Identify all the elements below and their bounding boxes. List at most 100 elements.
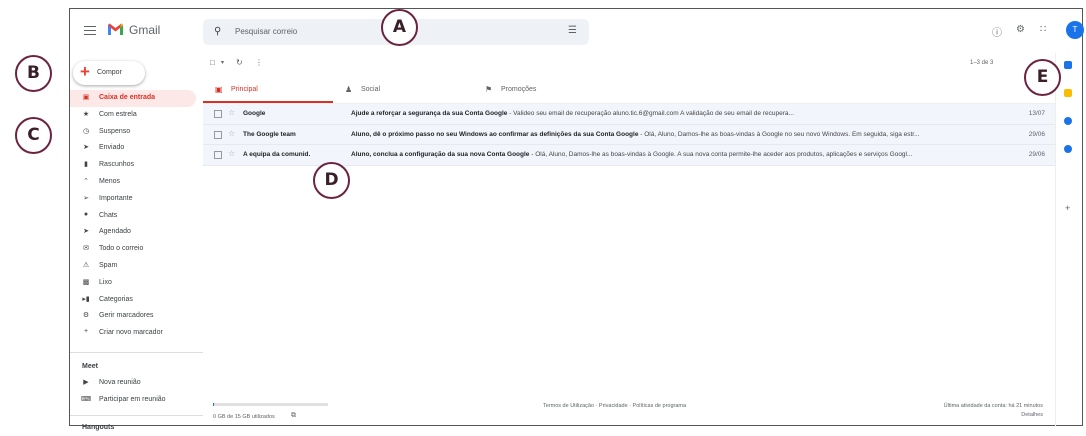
- email-row[interactable]: ☆ Google Ajude a reforçar a segurança da…: [203, 104, 1055, 125]
- more-options-icon[interactable]: ⋮: [255, 58, 263, 67]
- keep-icon[interactable]: [1064, 89, 1072, 97]
- apps-grid-icon[interactable]: ∷: [1040, 24, 1046, 35]
- avatar[interactable]: T: [1066, 21, 1084, 39]
- email-snippet: - Olá, Aluno, Damos-lhe as boas-vindas à…: [529, 151, 913, 158]
- open-storage-icon[interactable]: ⧉: [291, 412, 296, 420]
- divider: [70, 414, 203, 416]
- keyboard-icon: ⌨: [81, 395, 92, 403]
- divider: [70, 351, 203, 353]
- sidebar-item-label: Spam: [99, 261, 118, 269]
- email-subject: Aluno, dê o próximo passo no seu Windows…: [351, 130, 639, 138]
- chevron-down-icon[interactable]: ▾: [221, 59, 224, 66]
- compose-label: Compor: [97, 69, 122, 76]
- sidebar-item-label: Importante: [99, 194, 133, 202]
- email-sender: A equipa da comunid.: [243, 151, 311, 158]
- help-icon[interactable]: ⓘ: [992, 24, 1002, 39]
- email-sender: The Google team: [243, 130, 296, 138]
- sidebar-item-inbox[interactable]: ▣ Caixa de entrada: [70, 90, 196, 107]
- sidebar-item-label: Criar novo marcador: [99, 329, 163, 337]
- pagination-label: 1–3 de 3: [970, 60, 994, 66]
- search-options-icon[interactable]: ☰: [568, 25, 577, 36]
- inbox-icon: ▣: [82, 94, 90, 101]
- calendar-icon[interactable]: [1064, 61, 1072, 69]
- star-icon[interactable]: ☆: [228, 129, 235, 138]
- footer-links[interactable]: Termos de Utilização · Privacidade · Pol…: [543, 403, 686, 409]
- sidebar-item-label: Chats: [99, 211, 118, 219]
- gmail-window: Gmail ⚲ Pesquisar correio ☰ ⓘ ⚙ ∷ T + Co…: [69, 8, 1084, 431]
- email-sender: Google: [243, 110, 266, 117]
- mail-toolbar: □ ▾ ↻ ⋮ 1–3 de 3: [210, 55, 1055, 73]
- email-date: 29/06: [1028, 130, 1045, 138]
- search-input[interactable]: Pesquisar correio: [235, 27, 297, 36]
- row-checkbox[interactable]: [214, 130, 222, 139]
- sidebar-item-create-label[interactable]: + Criar novo marcador: [70, 325, 203, 342]
- select-all-checkbox[interactable]: □: [210, 58, 215, 67]
- label-icon: ▸▮: [82, 295, 90, 303]
- details-link[interactable]: Detalhes: [1021, 412, 1043, 418]
- sidebar-item-label: Com estrela: [99, 110, 137, 118]
- compose-button[interactable]: + Compor: [73, 61, 145, 85]
- sidebar-item-important[interactable]: ➢ Importante: [70, 191, 203, 208]
- category-tabs: ▣ Principal ♟ Social ⚑ Promoções: [203, 78, 1055, 104]
- sidebar-item-snoozed[interactable]: ◷ Suspenso: [70, 124, 203, 141]
- tasks-icon[interactable]: [1064, 117, 1072, 125]
- sidebar-item-starred[interactable]: ★ Com estrela: [70, 107, 203, 124]
- email-list: ☆ Google Ajude a reforçar a segurança da…: [203, 104, 1055, 166]
- sidebar-item-spam[interactable]: ⚠ Spam: [70, 258, 203, 275]
- star-icon[interactable]: ☆: [228, 149, 235, 158]
- gear-icon: ⚙: [82, 312, 90, 320]
- sidebar-item-sent[interactable]: ➤ Enviado: [70, 140, 203, 157]
- sidebar-item-label: Participar em reunião: [99, 395, 166, 403]
- email-subject-snippet: Ajude a reforçar a segurança da sua Cont…: [351, 110, 991, 117]
- sidebar-item-drafts[interactable]: ▮ Rascunhos: [70, 157, 203, 174]
- email-row[interactable]: ☆ The Google team Aluno, dê o próximo pa…: [203, 124, 1055, 145]
- email-subject: Aluno, conclua a configuração da sua nov…: [351, 151, 530, 158]
- star-icon[interactable]: ☆: [228, 108, 235, 117]
- search-icon[interactable]: ⚲: [214, 26, 221, 37]
- gmail-logo-icon[interactable]: [107, 22, 124, 36]
- sidebar-item-label: Lixo: [99, 278, 112, 286]
- sidebar-item-label: Enviado: [99, 144, 125, 152]
- row-checkbox[interactable]: [214, 151, 222, 159]
- row-checkbox[interactable]: [214, 110, 222, 118]
- email-subject: Ajude a reforçar a segurança da sua Cont…: [351, 110, 508, 117]
- storage-bar-fill: [213, 403, 215, 406]
- scheduled-icon: ➤: [83, 228, 89, 236]
- callout-a: A: [381, 9, 418, 46]
- main-menu-icon[interactable]: [84, 26, 96, 35]
- sidebar-item-label: Suspenso: [99, 127, 131, 135]
- all-mail-icon: ✉: [83, 245, 89, 253]
- sidebar-item-label: Nova reunião: [99, 378, 141, 386]
- send-icon: ➤: [83, 144, 89, 152]
- callout-c: C: [15, 117, 52, 154]
- sidebar-item-new-meeting[interactable]: ▶ Nova reunião: [70, 375, 203, 392]
- tab-social[interactable]: ♟ Social: [333, 78, 471, 103]
- draft-icon: ▮: [84, 161, 88, 169]
- important-icon: ➢: [83, 194, 89, 202]
- email-snippet: - Valideo seu email de recuperação aluno…: [507, 110, 794, 117]
- sidebar-item-chats[interactable]: ● Chats: [70, 208, 203, 225]
- contacts-icon[interactable]: [1064, 145, 1072, 153]
- sidebar-item-label: Gerir marcadores: [99, 312, 154, 320]
- sidebar-item-categories[interactable]: ▸▮ Categorias: [70, 292, 203, 309]
- email-date: 13/07: [1028, 110, 1045, 117]
- chevron-up-icon: ⌃: [83, 177, 89, 185]
- sidebar-item-manage-labels[interactable]: ⚙ Gerir marcadores: [70, 308, 203, 325]
- settings-icon[interactable]: ⚙: [1016, 24, 1025, 35]
- tab-principal[interactable]: ▣ Principal: [203, 78, 333, 103]
- callout-d: D: [313, 162, 350, 199]
- refresh-icon[interactable]: ↻: [236, 58, 243, 67]
- tab-label: Social: [361, 86, 381, 93]
- sidebar-item-less[interactable]: ⌃ Menos: [70, 174, 203, 191]
- chat-icon: ●: [83, 210, 89, 218]
- sidebar-item-all-mail[interactable]: ✉ Todo o correio: [70, 241, 203, 258]
- sidebar-item-scheduled[interactable]: ➤ Agendado: [70, 224, 203, 241]
- sidebar-item-label: Rascunhos: [99, 161, 135, 169]
- add-addon-icon[interactable]: +: [1065, 203, 1070, 213]
- sidebar-nav: ▣ Caixa de entrada ★ Com estrela ◷ Suspe…: [70, 90, 203, 436]
- sidebar-item-label: Todo o correio: [99, 245, 144, 253]
- sidebar-item-trash[interactable]: ▩ Lixo: [70, 275, 203, 292]
- tab-promocoes[interactable]: ⚑ Promoções: [473, 78, 611, 103]
- sidebar-item-join-meeting[interactable]: ⌨ Participar em reunião: [70, 392, 203, 409]
- inbox-icon: ▣: [215, 85, 223, 94]
